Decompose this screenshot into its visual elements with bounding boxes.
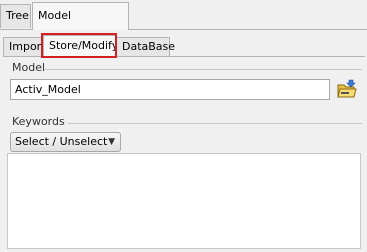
model-section-rule: [44, 69, 362, 70]
tab-database-label: DataBase: [122, 40, 176, 53]
tab-model-manager[interactable]: Model Manager×: [32, 2, 129, 48]
tab-tree[interactable]: Tree: [0, 4, 31, 28]
tab-database[interactable]: DataBase: [116, 37, 175, 57]
keywords-list[interactable]: [7, 153, 361, 249]
highlight-box: [41, 33, 117, 58]
model-section-label: Model: [12, 61, 46, 74]
active-tab-gap: [33, 29, 128, 30]
tab-import[interactable]: Import: [3, 37, 46, 57]
model-name-input[interactable]: [10, 79, 330, 100]
keywords-section-rule: [68, 123, 362, 124]
chevron-down-icon: ▼: [108, 137, 115, 147]
main-tab-bar: Tree Model Manager×: [0, 0, 367, 48]
tab-tree-label: Tree: [6, 9, 29, 22]
open-folder-icon[interactable]: [336, 78, 358, 100]
keywords-section-label: Keywords: [12, 115, 65, 128]
dropdown-value: Select / Unselect: [15, 135, 108, 148]
select-unselect-dropdown[interactable]: Select / Unselect ▼: [10, 132, 121, 152]
